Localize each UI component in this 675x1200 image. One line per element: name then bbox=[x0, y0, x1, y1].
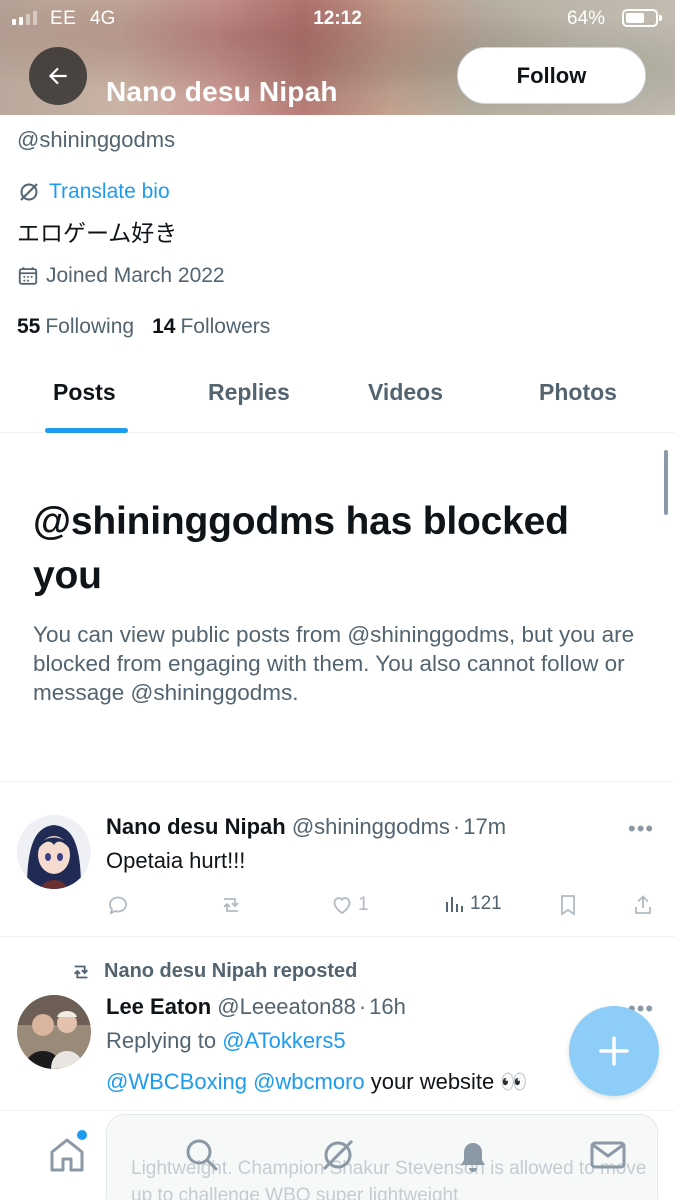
joined-date: Joined March 2022 bbox=[17, 264, 225, 288]
views-icon bbox=[446, 897, 463, 912]
calendar-icon bbox=[18, 267, 38, 285]
following-stat[interactable]: 55 Following bbox=[17, 315, 134, 339]
views-count: 121 bbox=[470, 893, 502, 914]
profile-handle: @shininggodms bbox=[17, 127, 176, 152]
status-bar: EE 4G 12:12 64% bbox=[0, 0, 675, 38]
joined-date-label: Joined March 2022 bbox=[46, 264, 225, 287]
post-text: Opetaia hurt!!! bbox=[106, 848, 246, 873]
battery-percent: 64% bbox=[567, 8, 606, 29]
bookmark-button[interactable] bbox=[558, 893, 578, 917]
globe-slash-icon bbox=[20, 183, 38, 201]
repost-label[interactable]: Nano desu Nipah reposted bbox=[104, 960, 357, 983]
repost-button[interactable] bbox=[218, 893, 244, 917]
share-icon bbox=[635, 895, 651, 914]
replying-to-handle[interactable]: @ATokkers5 bbox=[222, 1028, 345, 1053]
tab-replies[interactable]: Replies bbox=[208, 379, 290, 406]
share-button[interactable] bbox=[632, 893, 654, 917]
reply-button[interactable] bbox=[106, 893, 130, 917]
replying-to-prefix: Replying to bbox=[106, 1028, 217, 1053]
profile-bio: エロゲーム好き bbox=[17, 220, 178, 246]
views-button[interactable]: 121 bbox=[444, 893, 502, 915]
following-label: Following bbox=[45, 315, 135, 338]
tab-posts[interactable]: Posts bbox=[53, 379, 116, 406]
translate-bio-link[interactable]: Translate bio bbox=[17, 180, 170, 204]
repost-icon bbox=[73, 965, 89, 978]
post-time: 17m bbox=[463, 814, 507, 839]
tab-photos[interactable]: Photos bbox=[539, 379, 617, 406]
repost-indicator: Nano desu Nipah reposted bbox=[68, 960, 357, 983]
tab-videos[interactable]: Videos bbox=[368, 379, 443, 406]
back-button[interactable] bbox=[29, 47, 87, 105]
like-button[interactable]: 1 bbox=[330, 893, 369, 917]
translate-bio-label: Translate bio bbox=[49, 180, 170, 203]
post-divider bbox=[0, 936, 675, 937]
mention-link[interactable]: @WBCBoxing bbox=[106, 1069, 247, 1094]
post-separator: · bbox=[452, 814, 461, 839]
avatar[interactable] bbox=[17, 815, 91, 889]
repost-icon bbox=[223, 898, 239, 912]
active-tab-indicator bbox=[45, 428, 128, 433]
section-divider bbox=[0, 781, 675, 782]
following-count: 55 bbox=[17, 315, 41, 338]
arrow-left-icon bbox=[48, 67, 67, 85]
post-author-name[interactable]: Lee Eaton bbox=[106, 994, 211, 1019]
more-options-icon[interactable]: ••• bbox=[628, 816, 654, 842]
heart-icon bbox=[333, 897, 351, 915]
followers-count: 14 bbox=[152, 315, 176, 338]
post-header: Lee Eaton @Leeeaton88 · 16h bbox=[106, 994, 406, 1020]
post-body: your website 👀 bbox=[370, 1069, 528, 1094]
avatar[interactable] bbox=[17, 995, 91, 1069]
grok-icon[interactable] bbox=[318, 1135, 358, 1180]
mention-link[interactable]: @wbcmoro bbox=[253, 1069, 365, 1094]
home-notification-dot bbox=[77, 1130, 87, 1140]
followers-stat[interactable]: 14 Followers bbox=[152, 315, 270, 339]
profile-tabs: Posts Replies Videos Photos bbox=[0, 355, 675, 433]
battery-icon bbox=[622, 9, 662, 27]
blocked-description: You can view public posts from @shiningg… bbox=[33, 622, 635, 705]
post-separator: · bbox=[358, 994, 367, 1019]
bookmark-icon bbox=[561, 895, 575, 916]
plus-icon bbox=[599, 1036, 629, 1066]
like-count: 1 bbox=[358, 894, 369, 915]
post-author-name[interactable]: Nano desu Nipah bbox=[106, 814, 286, 839]
home-icon[interactable] bbox=[47, 1135, 87, 1180]
replying-to: Replying to @ATokkers5 bbox=[106, 1028, 346, 1054]
post-time: 16h bbox=[369, 994, 406, 1019]
reply-icon bbox=[109, 896, 127, 915]
blocked-title: @shininggodms has blocked you bbox=[33, 500, 569, 597]
followers-label: Followers bbox=[180, 315, 271, 338]
post-text: @WBCBoxing @wbcmoro your website 👀 bbox=[106, 1069, 528, 1095]
follow-button[interactable]: Follow bbox=[457, 47, 646, 104]
post-header: Nano desu Nipah @shininggodms · 17m bbox=[106, 814, 506, 840]
header-display-name: Nano desu Nipah bbox=[106, 76, 338, 107]
scrollbar-thumb[interactable] bbox=[664, 450, 668, 515]
post-author-handle: @Leeeaton88 bbox=[217, 994, 356, 1019]
follow-stats: 55 Following 14 Followers bbox=[17, 315, 270, 339]
compose-button[interactable] bbox=[569, 1006, 659, 1096]
search-icon[interactable] bbox=[182, 1135, 222, 1180]
bell-icon[interactable] bbox=[453, 1135, 493, 1180]
mail-icon[interactable] bbox=[588, 1135, 628, 1180]
post-author-handle: @shininggodms bbox=[291, 814, 450, 839]
